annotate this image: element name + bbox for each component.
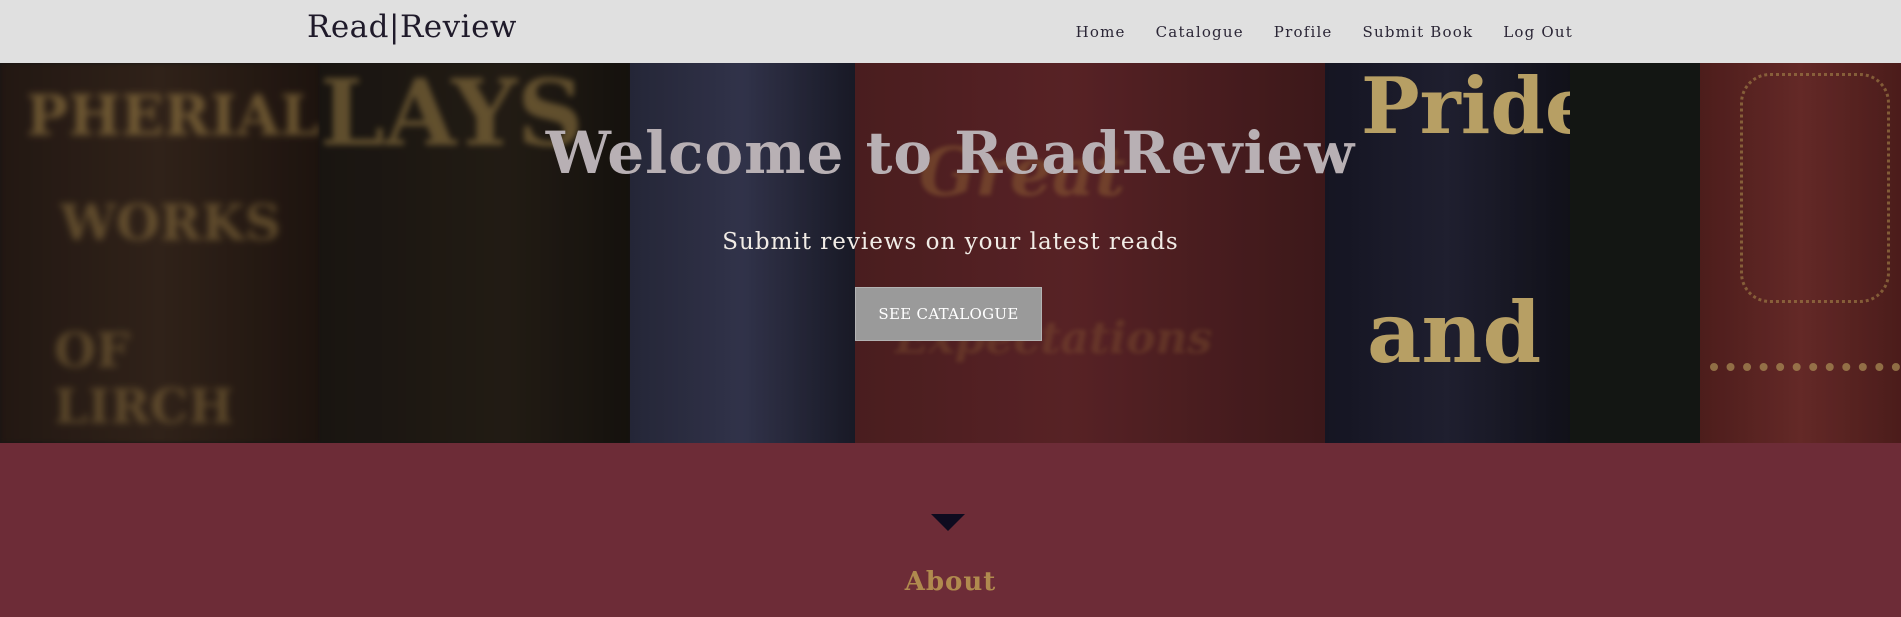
about-section: About bbox=[0, 443, 1901, 617]
about-heading: About bbox=[904, 567, 997, 597]
nav-link-catalogue[interactable]: Catalogue bbox=[1156, 23, 1244, 41]
nav-links: Home Catalogue Profile Submit Book Log O… bbox=[1046, 0, 1573, 63]
caret-down-icon[interactable] bbox=[931, 514, 965, 531]
nav-link-home[interactable]: Home bbox=[1076, 23, 1126, 41]
hero-subtitle: Submit reviews on your latest reads bbox=[722, 229, 1179, 255]
nav-link-log-out[interactable]: Log Out bbox=[1503, 23, 1573, 41]
top-navbar: Read|Review Home Catalogue Profile Submi… bbox=[0, 0, 1901, 63]
hero-title: Welcome to ReadReview bbox=[545, 119, 1356, 187]
hero-banner: PHERIAL WORKS OF LIRCH LAYS Great Expect… bbox=[0, 63, 1901, 443]
see-catalogue-button[interactable]: SEE CATALOGUE bbox=[855, 287, 1042, 341]
brand-logo-link[interactable]: Read|Review bbox=[307, 9, 517, 45]
nav-link-submit-book[interactable]: Submit Book bbox=[1363, 23, 1474, 41]
nav-link-profile[interactable]: Profile bbox=[1274, 23, 1333, 41]
